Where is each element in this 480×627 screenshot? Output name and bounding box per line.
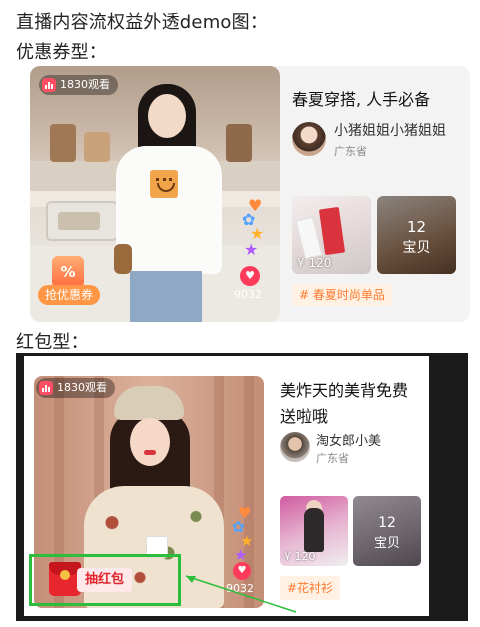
location: 广东省 (334, 145, 367, 158)
topic-tag[interactable]: # 春夏时尚单品 (292, 284, 392, 306)
live-title[interactable]: 春夏穿搭, 人手必备 (292, 86, 430, 110)
live-bars-icon (39, 381, 53, 395)
grab-coupon-button[interactable]: 抢优惠券 (38, 285, 101, 305)
product-thumbnail[interactable]: ¥ 120 (280, 496, 348, 566)
heart-icon[interactable]: ♥ (240, 266, 260, 286)
like-count: 9032 (226, 582, 254, 595)
like-count: 9032 (234, 288, 262, 301)
viewer-count-badge: 1830观看 (36, 378, 115, 398)
live-card-coupon[interactable]: 1830观看 % 抢优惠券 ♥ ✿ ★ ★ ♥ 9032 春夏穿搭, 人手必备 … (30, 66, 470, 322)
more-label: 宝贝 (373, 536, 400, 551)
smiley-print (150, 170, 178, 198)
viewer-count: 1830观看 (60, 78, 110, 91)
live-stream-thumbnail[interactable]: 1830观看 % 抢优惠券 ♥ ✿ ★ ★ ♥ 9032 (30, 66, 280, 322)
viewer-count: 1830观看 (57, 381, 107, 394)
shop-name[interactable]: 小猪姐姐小猪姐姐 (334, 120, 446, 140)
product-price: ¥ 120 (297, 256, 332, 270)
draw-redpacket-button[interactable]: 抽红包 (77, 568, 133, 592)
coupon-type-heading: 优惠券型： (16, 42, 107, 63)
page-heading: 直播内容流权益外透demo图： (16, 12, 269, 33)
avatar[interactable] (292, 122, 326, 156)
live-card-redpacket-frame: 1830观看 抽红包 ♥ ✿ ★ ★ ♥ 9032 美炸天的美背免费送啦哦 淘女… (16, 353, 468, 621)
live-card-redpacket[interactable]: 1830观看 抽红包 ♥ ✿ ★ ★ ♥ 9032 美炸天的美背免费送啦哦 淘女… (24, 356, 429, 616)
live-bars-icon (42, 78, 56, 92)
more-count: 12 (378, 515, 396, 531)
more-products-thumbnail[interactable]: 12 宝贝 (377, 196, 456, 274)
redpacket-type-heading: 红包型： (16, 332, 89, 353)
avatar[interactable] (280, 432, 310, 462)
live-title[interactable]: 美炸天的美背免费送啦哦 (280, 378, 420, 430)
viewer-count-badge: 1830观看 (39, 75, 118, 95)
product-thumbnail[interactable]: ¥ 120 (292, 196, 371, 274)
product-price: ¥ 120 (284, 550, 316, 563)
more-count: 12 (406, 218, 427, 236)
more-products-thumbnail[interactable]: 12 宝贝 (353, 496, 421, 566)
coupon-icon[interactable]: % (52, 256, 84, 288)
shop-name[interactable]: 淘女郎小美 (316, 430, 381, 449)
more-label: 宝贝 (402, 240, 431, 256)
topic-tag[interactable]: #花衬衫 (280, 576, 341, 600)
location: 广东省 (316, 452, 349, 465)
heart-icon[interactable]: ♥ (233, 562, 251, 580)
floating-gift-icons: ♥ ✿ ★ ★ (242, 196, 265, 259)
